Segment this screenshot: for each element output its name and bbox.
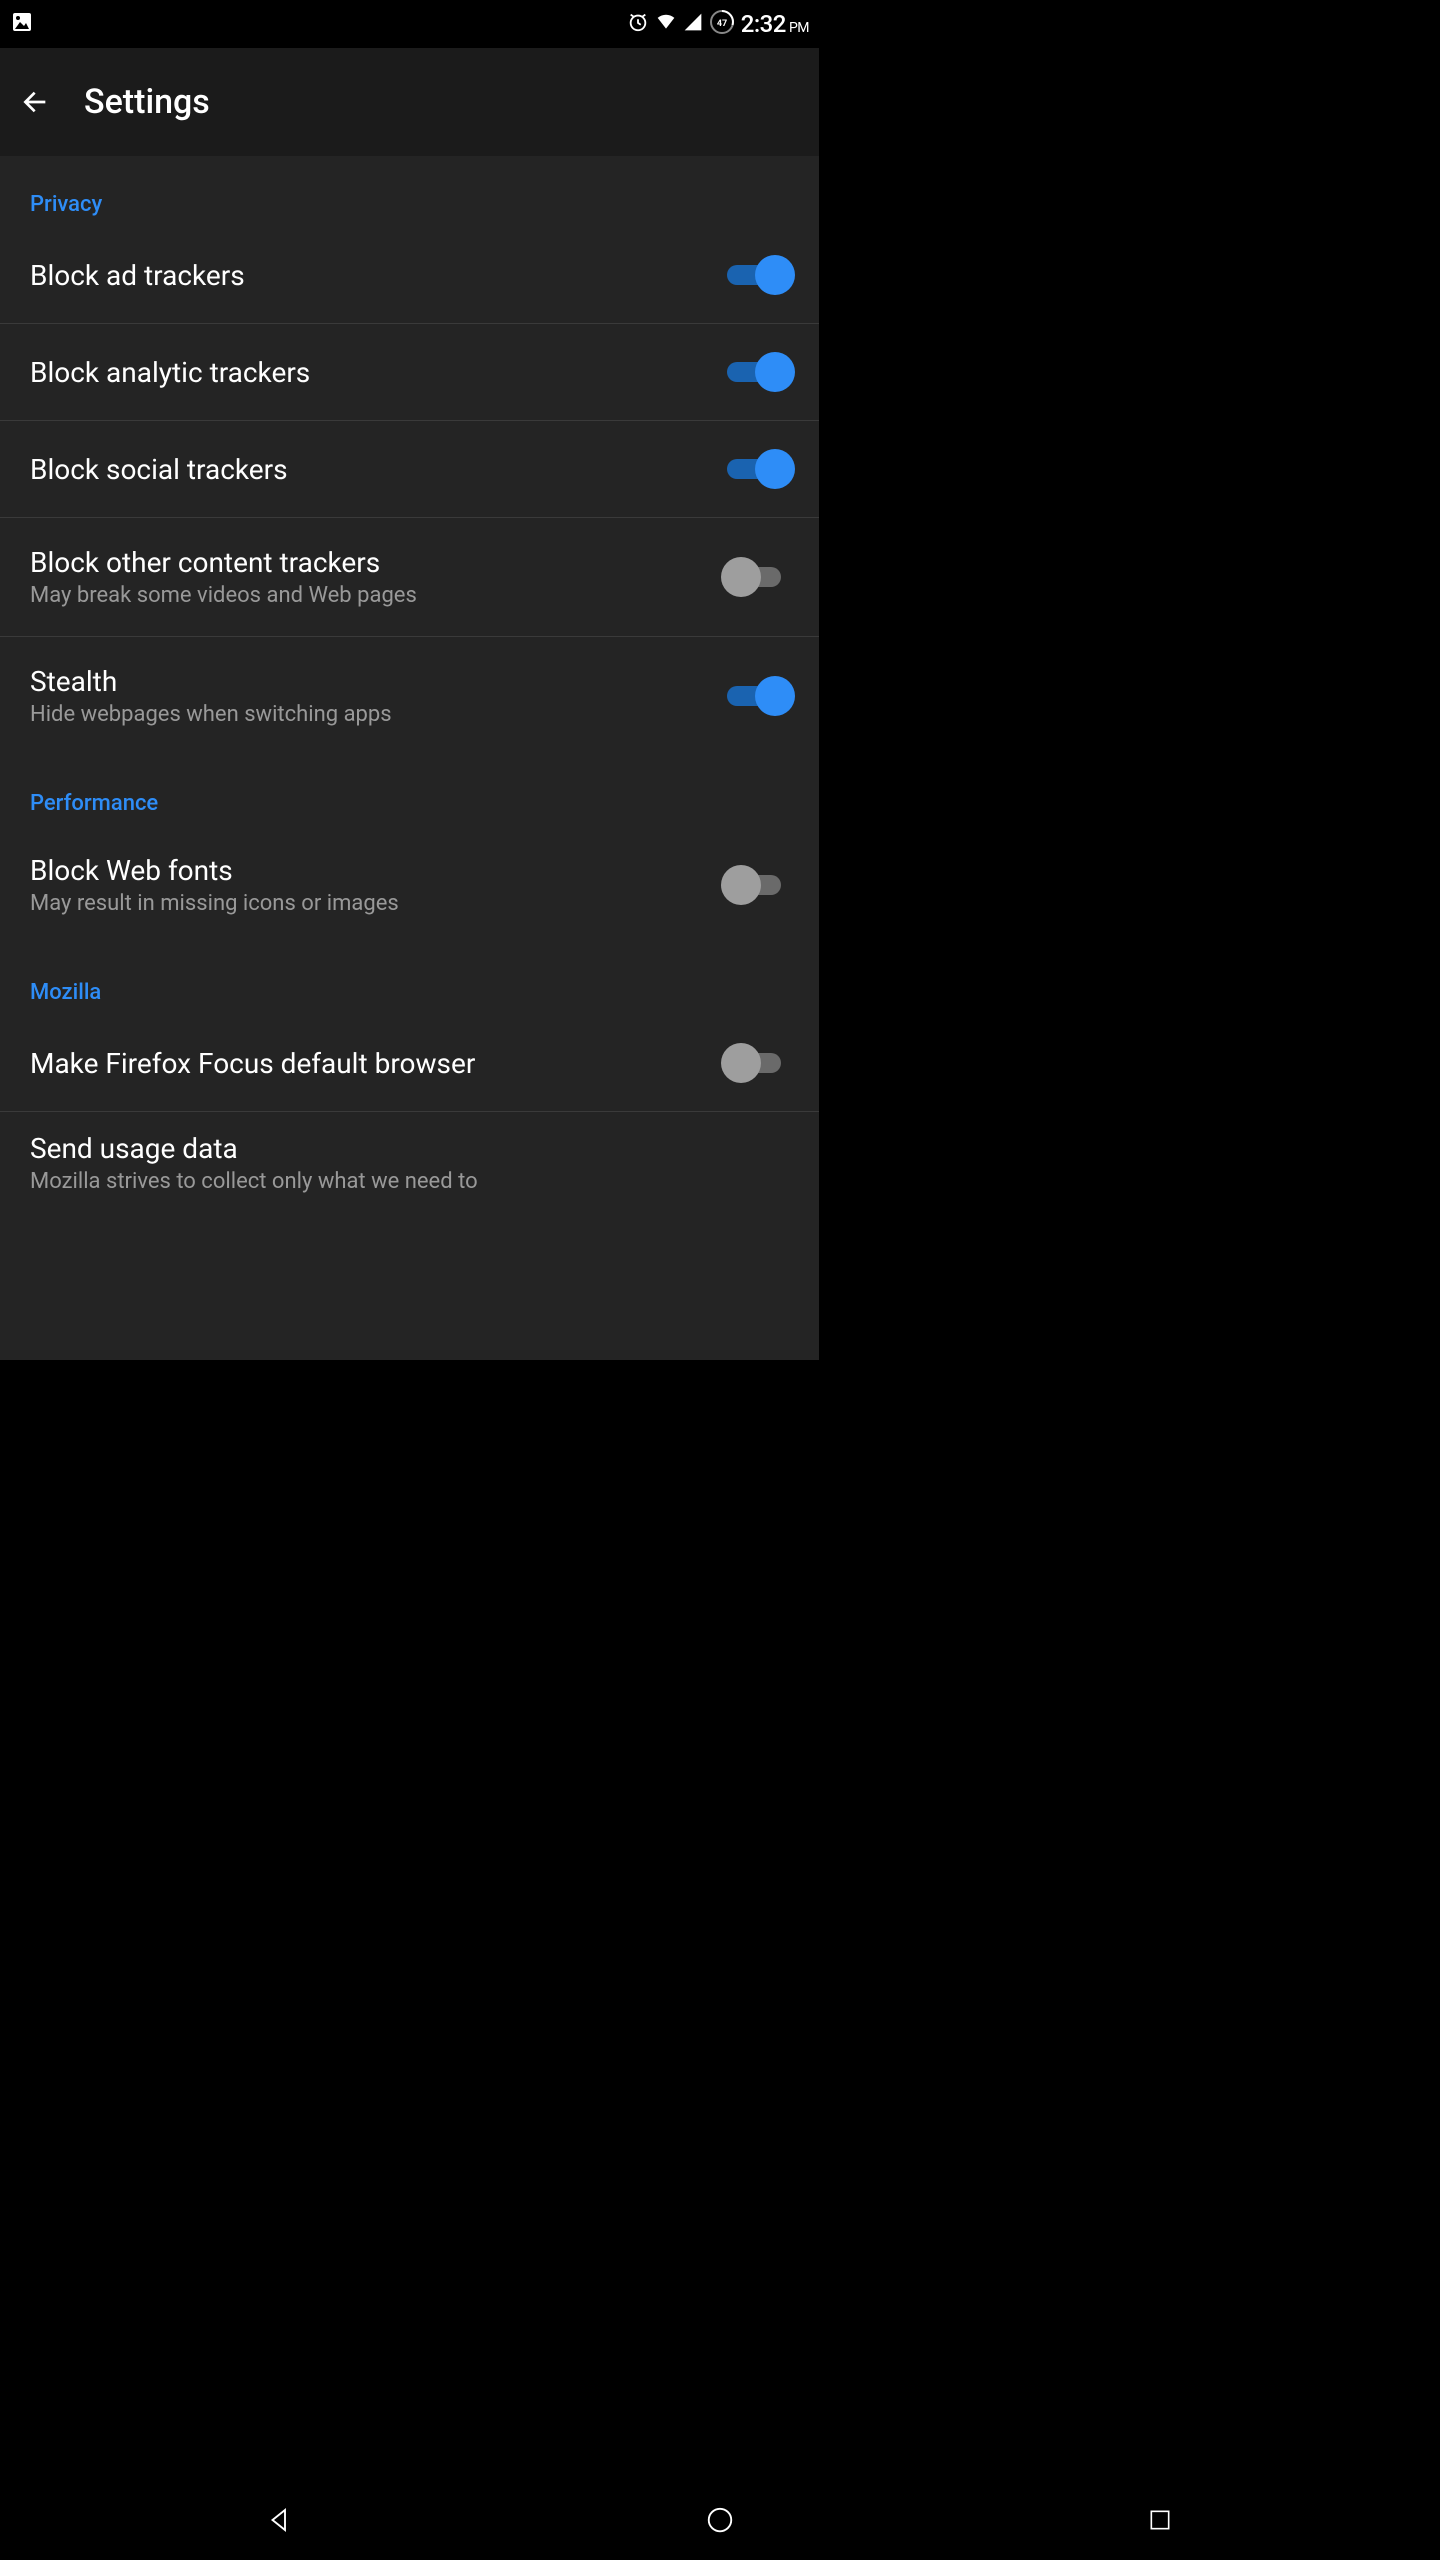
settings-content[interactable]: Privacy Block ad trackers Block analytic… <box>0 156 819 1360</box>
section-header-performance: Performance <box>0 755 819 826</box>
toggle-block-ad-trackers[interactable] <box>727 255 789 295</box>
setting-default-browser[interactable]: Make Firefox Focus default browser <box>0 1015 819 1112</box>
navigation-bar <box>0 2480 1440 2560</box>
status-clock: 2:32 PM <box>741 10 809 38</box>
setting-label: Block analytic trackers <box>30 356 707 389</box>
section-header-privacy: Privacy <box>0 156 819 227</box>
nav-home-button[interactable] <box>696 2496 744 2544</box>
setting-text: Block Web fonts May result in missing ic… <box>30 854 727 916</box>
status-time-ampm: PM <box>789 20 809 36</box>
cellular-icon <box>683 12 703 36</box>
toggle-default-browser[interactable] <box>727 1043 789 1083</box>
setting-sublabel: Hide webpages when switching apps <box>30 702 707 727</box>
toggle-stealth[interactable] <box>727 676 789 716</box>
svg-text:47: 47 <box>717 19 727 29</box>
app-bar: Settings <box>0 48 819 156</box>
page-title: Settings <box>84 82 210 122</box>
setting-text: Make Firefox Focus default browser <box>30 1047 727 1080</box>
setting-block-social-trackers[interactable]: Block social trackers <box>0 421 819 518</box>
nav-back-button[interactable] <box>256 2496 304 2544</box>
setting-sublabel: May break some videos and Web pages <box>30 583 707 608</box>
setting-label: Block social trackers <box>30 453 707 486</box>
status-left-icons <box>10 10 34 38</box>
toggle-block-web-fonts[interactable] <box>727 865 789 905</box>
setting-text: Send usage data Mozilla strives to colle… <box>30 1132 789 1194</box>
back-button[interactable] <box>16 82 56 122</box>
battery-icon: 47 <box>709 9 735 39</box>
status-right-icons: 47 2:32 PM <box>627 9 809 39</box>
setting-label: Block Web fonts <box>30 854 707 887</box>
alarm-icon <box>627 11 649 37</box>
setting-block-ad-trackers[interactable]: Block ad trackers <box>0 227 819 324</box>
nav-recent-button[interactable] <box>1136 2496 1184 2544</box>
setting-block-analytic-trackers[interactable]: Block analytic trackers <box>0 324 819 421</box>
setting-label: Make Firefox Focus default browser <box>30 1047 707 1080</box>
setting-text: Stealth Hide webpages when switching app… <box>30 665 727 727</box>
toggle-block-other-content-trackers[interactable] <box>727 557 789 597</box>
wifi-icon <box>655 12 677 36</box>
toggle-block-social-trackers[interactable] <box>727 449 789 489</box>
setting-block-web-fonts[interactable]: Block Web fonts May result in missing ic… <box>0 826 819 944</box>
setting-block-other-content-trackers[interactable]: Block other content trackers May break s… <box>0 518 819 637</box>
setting-sublabel: Mozilla strives to collect only what we … <box>30 1169 769 1194</box>
status-bar: 47 2:32 PM <box>0 0 819 48</box>
section-header-mozilla: Mozilla <box>0 944 819 1015</box>
setting-label: Send usage data <box>30 1132 769 1165</box>
setting-text: Block ad trackers <box>30 259 727 292</box>
setting-text: Block analytic trackers <box>30 356 727 389</box>
status-time-value: 2:32 <box>741 10 786 38</box>
setting-send-usage-data[interactable]: Send usage data Mozilla strives to colle… <box>0 1112 819 1212</box>
setting-label: Block other content trackers <box>30 546 707 579</box>
setting-label: Block ad trackers <box>30 259 707 292</box>
image-icon <box>10 10 34 38</box>
setting-stealth[interactable]: Stealth Hide webpages when switching app… <box>0 637 819 755</box>
setting-label: Stealth <box>30 665 707 698</box>
setting-sublabel: May result in missing icons or images <box>30 891 707 916</box>
setting-text: Block other content trackers May break s… <box>30 546 727 608</box>
setting-text: Block social trackers <box>30 453 727 486</box>
toggle-block-analytic-trackers[interactable] <box>727 352 789 392</box>
